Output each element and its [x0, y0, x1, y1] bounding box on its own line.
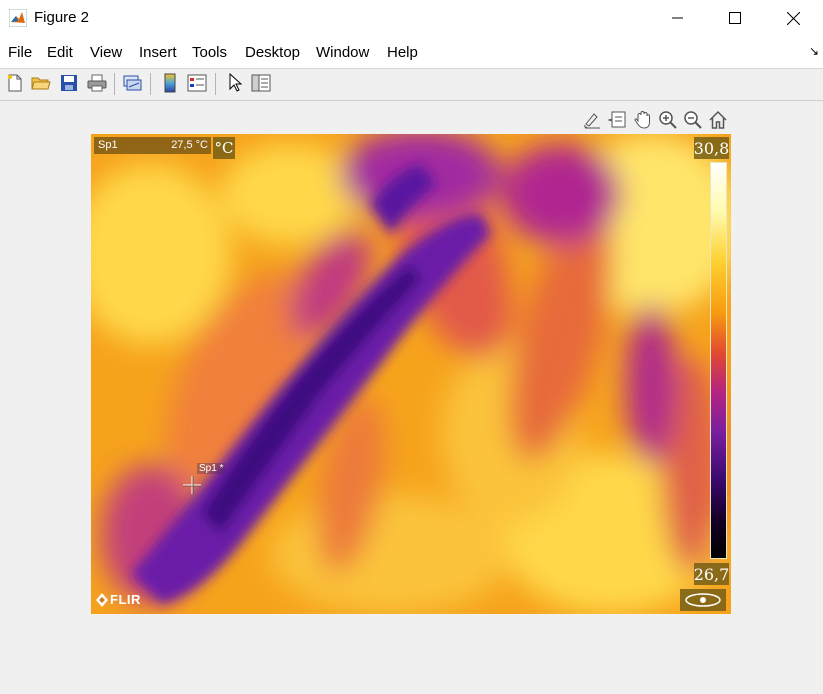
temperature-unit: °C — [213, 137, 235, 159]
thermal-image[interactable]: Sp1 27,5 °C °C 30,8 26,7 Sp1 * FLIR — [91, 134, 731, 614]
open-file-icon — [31, 77, 51, 90]
spot-label: Sp1 — [98, 139, 118, 151]
close-button[interactable] — [770, 0, 816, 36]
minimize-button[interactable] — [655, 0, 701, 36]
edit-plot-button[interactable] — [224, 72, 246, 94]
menu-file[interactable]: File — [8, 44, 32, 61]
legend-icon — [187, 74, 207, 92]
open-file-button[interactable] — [30, 72, 52, 94]
temperature-colorbar — [710, 162, 727, 559]
menu-edit[interactable]: Edit — [47, 44, 73, 61]
pan-button[interactable] — [632, 109, 654, 131]
data-tips-button[interactable] — [607, 109, 629, 131]
minimize-icon — [672, 17, 683, 19]
window-title: Figure 2 — [34, 9, 90, 26]
legend-button[interactable] — [186, 72, 208, 94]
figure-toolbar — [0, 69, 823, 101]
dock-figure-icon[interactable]: ↘ — [809, 44, 819, 58]
matlab-logo-icon — [9, 9, 27, 27]
zoom-out-icon — [684, 111, 702, 129]
zoom-out-button[interactable] — [682, 109, 704, 131]
link-plot-button[interactable] — [121, 72, 143, 94]
zoom-in-button[interactable] — [657, 109, 679, 131]
print-button[interactable] — [86, 72, 108, 94]
spot-value: 27,5 °C — [171, 139, 208, 151]
toolbar-separator — [114, 73, 115, 95]
menu-tools[interactable]: Tools — [192, 44, 227, 61]
save-icon — [61, 75, 77, 91]
home-button[interactable] — [707, 109, 729, 131]
camera-mode-icon — [680, 589, 726, 611]
home-icon — [709, 110, 727, 129]
print-icon — [87, 74, 107, 92]
menu-view[interactable]: View — [90, 44, 122, 61]
brush-button[interactable] — [581, 109, 603, 131]
property-inspector-button[interactable] — [250, 72, 272, 94]
brush-icon — [584, 113, 600, 129]
edit-plot-icon — [229, 73, 243, 92]
title-bar: Figure 2 — [0, 0, 823, 36]
flir-logo: FLIR — [96, 592, 141, 607]
scale-max-value: 30,8 — [693, 137, 730, 159]
close-icon — [786, 11, 800, 25]
scale-min-value: 26,7 — [693, 563, 730, 585]
data-tips-icon — [608, 111, 626, 128]
colorbar-button[interactable] — [159, 72, 181, 94]
flir-diamond-icon — [96, 592, 108, 607]
thermal-image-picture — [91, 134, 731, 614]
crosshair-icon — [183, 476, 201, 494]
maximize-icon — [729, 12, 741, 24]
flir-brand-text: FLIR — [110, 592, 141, 607]
toolbar-separator — [150, 73, 151, 95]
toolbar-separator — [215, 73, 216, 95]
zoom-in-icon — [659, 111, 677, 129]
menu-insert[interactable]: Insert — [139, 44, 177, 61]
colorbar-icon — [164, 73, 176, 93]
save-button[interactable] — [58, 72, 80, 94]
menu-desktop[interactable]: Desktop — [245, 44, 300, 61]
link-plot-icon — [123, 75, 142, 91]
pan-icon — [634, 110, 650, 129]
new-figure-button[interactable] — [4, 72, 26, 94]
maximize-button[interactable] — [712, 0, 758, 36]
property-inspector-icon — [251, 74, 271, 92]
spot-measurement-box: Sp1 27,5 °C — [94, 137, 211, 154]
menu-bar: File Edit View Insert Tools Desktop Wind… — [0, 36, 823, 69]
menu-window[interactable]: Window — [316, 44, 369, 61]
new-figure-icon — [8, 74, 22, 92]
spot-marker-tag: Sp1 * — [197, 463, 226, 474]
menu-help[interactable]: Help — [387, 44, 418, 61]
